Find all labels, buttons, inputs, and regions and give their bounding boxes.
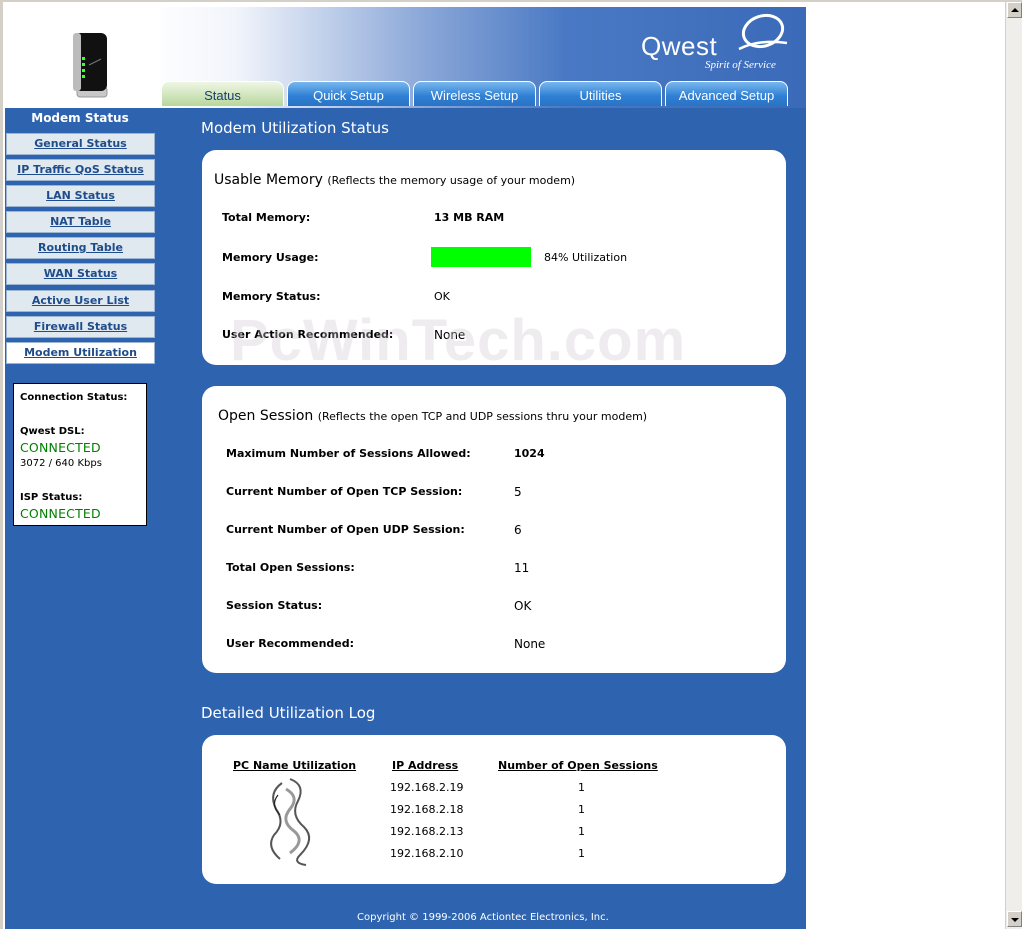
- tab-utilities[interactable]: Utilities: [539, 81, 662, 106]
- user-recommended-value: None: [514, 637, 546, 651]
- memory-status-label: Memory Status:: [222, 290, 321, 303]
- log-row-ip: 192.168.2.10: [390, 847, 464, 860]
- sidebar-item-modem-utilization[interactable]: Modem Utilization: [6, 342, 155, 364]
- session-status-label: Session Status:: [226, 599, 323, 612]
- tab-status[interactable]: Status: [161, 81, 284, 106]
- memory-usage-bar: [431, 247, 531, 267]
- sidebar-item-firewall-status[interactable]: Firewall Status: [6, 316, 155, 338]
- tab-advanced-setup[interactable]: Advanced Setup: [665, 81, 788, 106]
- connection-status-title: Connection Status:: [20, 392, 128, 403]
- open-tcp-label: Current Number of Open TCP Session:: [226, 485, 463, 498]
- tab-quick-setup[interactable]: Quick Setup: [287, 81, 410, 106]
- total-memory-label: Total Memory:: [222, 211, 311, 224]
- log-header-sessions: Number of Open Sessions: [498, 759, 658, 772]
- isp-status: CONNECTED: [20, 506, 101, 521]
- brand-tagline: Spirit of Service: [705, 59, 776, 71]
- sidebar-title: Modem Status: [31, 111, 129, 125]
- dsl-speed: 3072 / 640 Kbps: [20, 458, 102, 469]
- log-row-sessions: 1: [578, 803, 585, 816]
- modem-device-icon: [73, 33, 108, 98]
- open-tcp-value: 5: [514, 485, 522, 499]
- router-page: Qwest Spirit of Service Status Quick Set…: [5, 7, 806, 929]
- memory-usage-text: 84% Utilization: [544, 251, 628, 264]
- sidebar-item-general-status[interactable]: General Status: [6, 133, 155, 155]
- session-status-value: OK: [514, 599, 532, 613]
- session-title: Open Session: [218, 408, 314, 424]
- utilization-log-panel: PC Name Utilization IP Address Number of…: [202, 735, 786, 884]
- user-recommended-label: User Recommended:: [226, 637, 355, 650]
- log-row-ip: 192.168.2.13: [390, 825, 464, 838]
- sidebar-item-ip-traffic-qos-status[interactable]: IP Traffic QoS Status: [6, 159, 155, 181]
- total-sessions-value: 11: [514, 561, 530, 575]
- arrow-down-icon: [1011, 918, 1019, 922]
- total-memory-value: 13 MB RAM: [434, 211, 505, 224]
- connection-status-box: Connection Status: Qwest DSL: CONNECTED …: [13, 383, 147, 526]
- window-top-border: [0, 0, 1022, 2]
- log-heading: Detailed Utilization Log: [201, 704, 376, 722]
- memory-panel-title: Usable Memory (Reflects the memory usage…: [214, 172, 575, 188]
- memory-subtitle: (Reflects the memory usage of your modem…: [327, 174, 576, 187]
- vertical-scrollbar[interactable]: [1005, 2, 1022, 929]
- footer-copyright: Copyright © 1999-2006 Actiontec Electron…: [357, 912, 609, 923]
- scroll-down-button[interactable]: [1007, 911, 1022, 927]
- open-session-panel: Open Session (Reflects the open TCP and …: [202, 386, 786, 673]
- scroll-up-button[interactable]: [1007, 2, 1022, 18]
- qwest-swoosh-icon: [738, 13, 788, 51]
- memory-usage-label: Memory Usage:: [222, 251, 319, 264]
- memory-title: Usable Memory: [214, 172, 323, 188]
- total-sessions-label: Total Open Sessions:: [226, 561, 355, 574]
- max-sessions-value: 1024: [514, 447, 545, 460]
- modem-logo-area: [5, 7, 160, 108]
- log-header-ip: IP Address: [392, 759, 459, 772]
- dsl-label: Qwest DSL:: [20, 426, 85, 437]
- pc-name-signature-graphic: [270, 778, 311, 866]
- dsl-status: CONNECTED: [20, 440, 101, 455]
- tab-wireless-setup[interactable]: Wireless Setup: [413, 81, 536, 106]
- log-row-sessions: 1: [578, 781, 585, 794]
- open-udp-value: 6: [514, 523, 522, 537]
- header-banner: Qwest Spirit of Service Status Quick Set…: [5, 7, 806, 108]
- log-row-ip: 192.168.2.18: [390, 803, 464, 816]
- log-row-ip: 192.168.2.19: [390, 781, 464, 794]
- brand-name: Qwest: [641, 31, 718, 61]
- session-subtitle: (Reflects the open TCP and UDP sessions …: [317, 410, 648, 423]
- arrow-up-icon: [1011, 8, 1019, 12]
- max-sessions-label: Maximum Number of Sessions Allowed:: [226, 447, 471, 460]
- open-udp-label: Current Number of Open UDP Session:: [226, 523, 465, 536]
- log-row-sessions: 1: [578, 847, 585, 860]
- sidebar-item-active-user-list[interactable]: Active User List: [6, 290, 155, 312]
- sidebar-item-routing-table[interactable]: Routing Table: [6, 237, 155, 259]
- log-row-sessions: 1: [578, 825, 585, 838]
- sidebar-item-wan-status[interactable]: WAN Status: [6, 263, 155, 285]
- memory-status-value: OK: [434, 290, 450, 303]
- sidebar-item-nat-table[interactable]: NAT Table: [6, 211, 155, 233]
- sidebar-item-lan-status[interactable]: LAN Status: [6, 185, 155, 207]
- watermark-text: PcWinTech.com: [230, 308, 687, 373]
- isp-label: ISP Status:: [20, 492, 83, 503]
- page-title: Modem Utilization Status: [201, 119, 389, 137]
- session-panel-title: Open Session (Reflects the open TCP and …: [218, 408, 647, 424]
- window-left-border: [0, 0, 3, 929]
- log-header-pc-name: PC Name Utilization: [233, 759, 357, 772]
